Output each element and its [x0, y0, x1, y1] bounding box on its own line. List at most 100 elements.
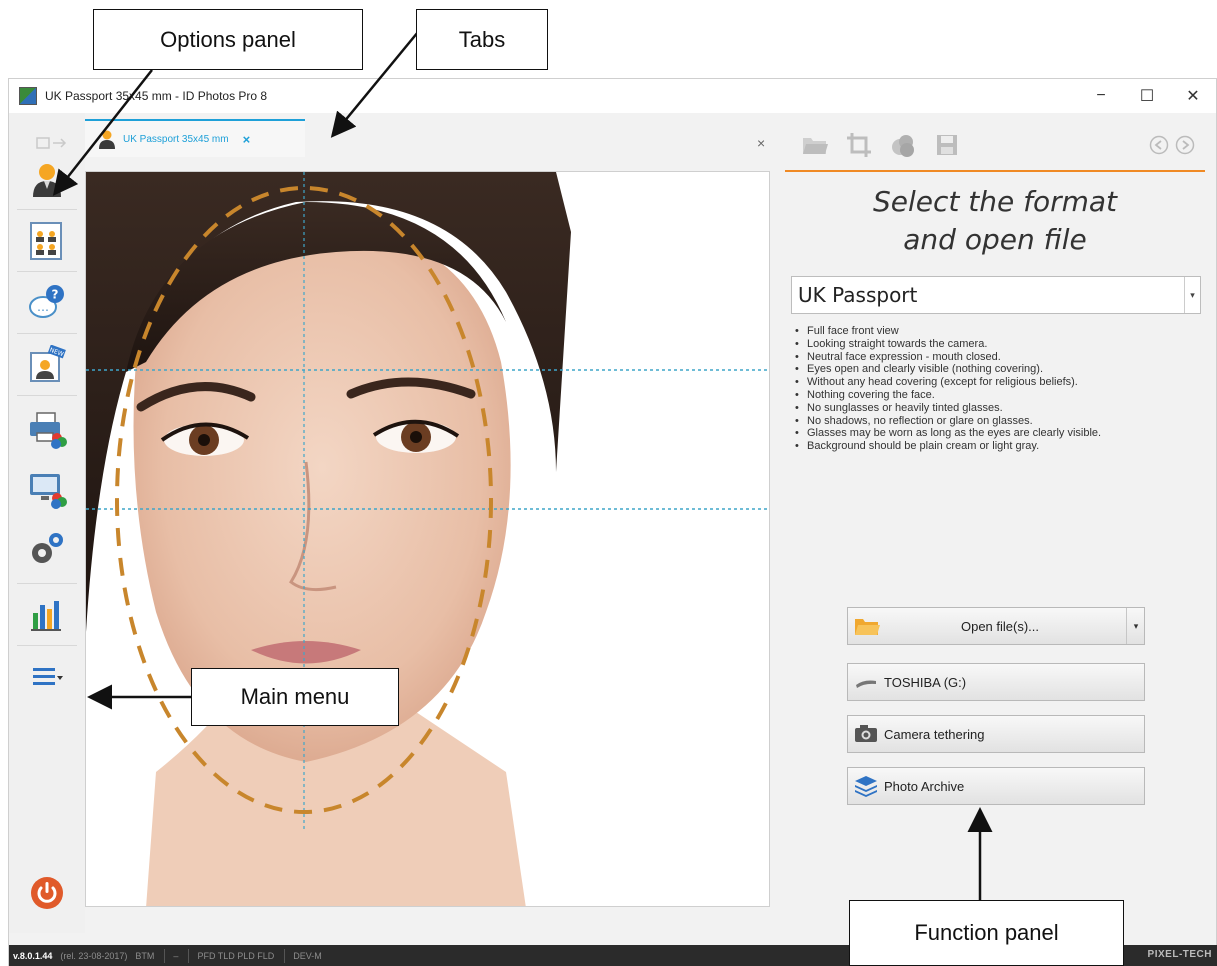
brand-logo: PIXEL-TECH — [1147, 949, 1212, 960]
forward-icon — [1175, 135, 1195, 155]
chevron-down-icon[interactable]: ▾ — [1184, 277, 1200, 313]
stack-layers-icon — [855, 776, 877, 797]
requirement-item: Glasses may be worn as long as the eyes … — [795, 427, 1215, 440]
format-selected-value: UK Passport — [798, 283, 918, 307]
open-folder-icon — [803, 138, 828, 154]
version-text: v.8.0.1.44 — [13, 951, 53, 961]
person-icon — [33, 164, 61, 197]
tab-bar: UK Passport 35x45 mm × — [85, 113, 775, 157]
forward-button[interactable] — [1173, 129, 1197, 161]
group-sheet-icon — [30, 222, 62, 260]
sidebar-item-help[interactable]: … ? — [9, 275, 85, 331]
sidebar-divider — [17, 271, 77, 272]
app-window: UK Passport 35x45 mm - ID Photos Pro 8 −… — [8, 78, 1217, 966]
open-files-label: Open file(s)... — [960, 618, 1040, 634]
camera-icon — [855, 725, 877, 742]
sidebar-item-display[interactable] — [9, 461, 85, 517]
requirement-item: Full face front view — [795, 325, 1215, 338]
crop-icon — [847, 133, 871, 157]
options-sidebar: … ? NEW — [9, 113, 85, 933]
heading-line-1: Select the format — [872, 185, 1118, 218]
close-all-tabs-button[interactable]: × — [757, 135, 765, 151]
maximize-button[interactable]: ☐ — [1124, 79, 1170, 113]
screenshot-root: UK Passport 35x45 mm - ID Photos Pro 8 −… — [0, 0, 1217, 966]
sidebar-item-settings[interactable] — [9, 521, 85, 577]
title-bar: UK Passport 35x45 mm - ID Photos Pro 8 −… — [9, 79, 1216, 113]
function-panel: Select the format and open file UK Passp… — [785, 113, 1217, 933]
sidebar-item-options-panel[interactable] — [9, 151, 85, 207]
split-view-icon[interactable] — [35, 135, 69, 151]
sidebar-divider — [17, 209, 77, 210]
printer-color-icon — [30, 412, 67, 449]
sidebar-divider — [17, 333, 77, 334]
drive-button[interactable]: TOSHIBA (G:) — [847, 663, 1145, 701]
status-dash: – — [173, 951, 179, 961]
hamburger-menu-icon — [33, 668, 63, 685]
requirement-item: Neutral face expression - mouth closed. — [795, 351, 1215, 364]
back-icon — [1149, 135, 1169, 155]
panel-heading: Select the format and open file — [785, 183, 1205, 259]
callout-function-panel: Function panel — [849, 900, 1124, 966]
release-text: (rel. 23-08-2017) — [60, 951, 128, 961]
status-divider — [164, 949, 166, 963]
new-photo-icon: NEW — [30, 345, 66, 382]
person-icon — [99, 130, 115, 149]
app-logo-icon — [19, 87, 37, 105]
tab-uk-passport[interactable]: UK Passport 35x45 mm × — [85, 119, 305, 157]
chevron-down-icon: ▾ — [1133, 620, 1139, 631]
photo-canvas[interactable] — [85, 171, 770, 907]
open-files-button[interactable]: Open file(s)... ▾ — [847, 607, 1145, 645]
mode-text: DEV-M — [293, 951, 322, 961]
status-divider — [188, 949, 190, 963]
callout-options-panel: Options panel — [93, 9, 363, 70]
format-requirements-list: Full face front view Looking straight to… — [795, 325, 1215, 453]
sidebar-item-layout[interactable] — [9, 213, 85, 269]
sidebar-divider — [17, 395, 77, 396]
color-adjust-button[interactable] — [887, 129, 919, 161]
window-controls: − ☐ ✕ — [1078, 79, 1216, 113]
toolbar-accent-line — [785, 170, 1205, 172]
photo-archive-label: Photo Archive — [884, 778, 965, 794]
svg-text:…: … — [37, 300, 49, 314]
close-window-button[interactable]: ✕ — [1170, 79, 1216, 113]
monitor-color-icon — [30, 474, 67, 509]
color-adjust-icon — [892, 135, 914, 157]
minimize-button[interactable]: − — [1078, 79, 1124, 113]
requirement-item: Without any head covering (except for re… — [795, 376, 1215, 389]
camera-label: Camera tethering — [884, 726, 985, 742]
window-title: UK Passport 35x45 mm - ID Photos Pro 8 — [45, 89, 268, 103]
back-button[interactable] — [1147, 129, 1171, 161]
camera-tethering-button[interactable]: Camera tethering — [847, 715, 1145, 753]
requirement-item: No shadows, no reflection or glare on gl… — [795, 415, 1215, 428]
requirement-item: No sunglasses or heavily tinted glasses. — [795, 402, 1215, 415]
power-icon — [31, 877, 63, 909]
tab-label: UK Passport 35x45 mm — [123, 133, 229, 145]
sidebar-item-whats-new[interactable]: NEW — [9, 337, 85, 393]
sidebar-divider — [17, 583, 77, 584]
format-dropdown[interactable]: UK Passport ▾ — [791, 276, 1201, 314]
edition-text: BTM — [135, 951, 155, 961]
svg-text:?: ? — [52, 288, 59, 302]
sidebar-item-statistics[interactable] — [9, 587, 85, 643]
help-bubble-icon: … ? — [29, 285, 64, 318]
crop-button[interactable] — [843, 129, 875, 161]
open-folder-icon — [855, 619, 880, 635]
photo-archive-button[interactable]: Photo Archive — [847, 767, 1145, 805]
sidebar-item-print[interactable] — [9, 401, 85, 457]
main-menu-button[interactable] — [9, 649, 85, 705]
save-icon — [937, 135, 957, 155]
callout-main-menu: Main menu — [191, 668, 399, 726]
requirement-item: Looking straight towards the camera. — [795, 338, 1215, 351]
requirement-item: Nothing covering the face. — [795, 389, 1215, 402]
tab-close-button[interactable]: × — [243, 132, 251, 147]
callout-tabs: Tabs — [416, 9, 548, 70]
open-folder-button[interactable] — [799, 129, 831, 161]
exit-button[interactable] — [9, 865, 85, 921]
gears-icon — [32, 533, 63, 563]
portrait-photo — [86, 172, 769, 906]
save-button[interactable] — [931, 129, 963, 161]
bar-chart-icon — [31, 601, 61, 631]
drive-icon — [856, 680, 876, 688]
open-files-dropdown[interactable]: ▾ — [1126, 608, 1145, 644]
requirement-item: Eyes open and clearly visible (nothing c… — [795, 363, 1215, 376]
